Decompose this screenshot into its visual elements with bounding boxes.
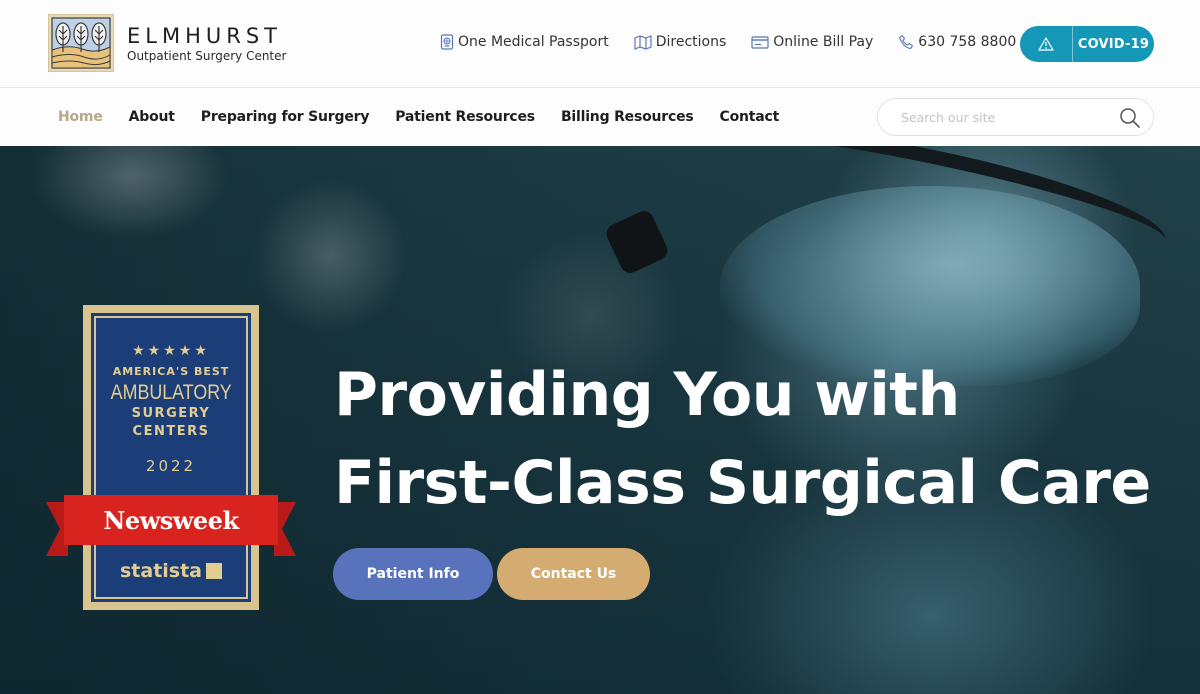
map-icon (634, 34, 652, 50)
statista-logo: statista (119, 560, 223, 582)
hero-headline: Providing You with First-Class Surgical … (334, 351, 1151, 527)
award-line3: SURGERY (131, 406, 211, 421)
hero-headline-line2: First-Class Surgical Care (334, 448, 1151, 518)
search-input[interactable] (901, 109, 1111, 125)
logo-trees-icon (48, 14, 114, 72)
covid-19-button[interactable]: COVID-19 (1020, 26, 1154, 62)
award-line2: AMBULATORY (110, 381, 232, 404)
newsweek-ribbon: Newsweek (64, 495, 278, 545)
hero-banner: ★★★★★ AMERICA'S BEST AMBULATORY SURGERY … (0, 146, 1200, 694)
nav-item-billing-resources[interactable]: Billing Resources (561, 109, 694, 125)
search-icon[interactable] (1119, 107, 1141, 129)
main-nav-bar: Home About Preparing for Surgery Patient… (0, 88, 1200, 146)
brand-subtitle: Outpatient Surgery Center (127, 48, 287, 63)
passport-icon (440, 34, 454, 50)
award-stars: ★★★★★ (132, 343, 210, 359)
main-nav: Home About Preparing for Surgery Patient… (58, 88, 805, 146)
award-line1: AMERICA'S BEST (112, 365, 230, 378)
nav-item-home[interactable]: Home (58, 109, 103, 125)
statista-label: statista (119, 560, 203, 582)
award-line4: CENTERS (132, 424, 210, 439)
nav-item-patient-resources[interactable]: Patient Resources (395, 109, 535, 125)
hero-headline-line1: Providing You with (334, 360, 960, 430)
search-box (877, 98, 1154, 136)
credit-card-icon (751, 36, 769, 49)
directions-link[interactable]: Directions (634, 34, 726, 50)
site-logo[interactable]: ELMHURST Outpatient Surgery Center (48, 14, 286, 72)
newsweek-award-badge: ★★★★★ AMERICA'S BEST AMBULATORY SURGERY … (83, 305, 259, 610)
top-header: ELMHURST Outpatient Surgery Center One M… (0, 0, 1200, 88)
brand-name: ELMHURST (127, 23, 282, 48)
nav-item-contact[interactable]: Contact (720, 109, 780, 125)
online-bill-pay-link[interactable]: Online Bill Pay (751, 34, 873, 50)
nav-item-preparing-for-surgery[interactable]: Preparing for Surgery (201, 109, 370, 125)
contact-us-button[interactable]: Contact Us (497, 548, 650, 600)
award-year: 2022 (145, 457, 197, 475)
utility-links: One Medical Passport Directions Online B… (440, 34, 1016, 50)
phone-icon (899, 34, 914, 50)
phone-link[interactable]: 630 758 8800 (898, 34, 1016, 50)
statista-mark-icon (206, 563, 223, 579)
nav-item-about[interactable]: About (129, 109, 175, 125)
warning-icon (1020, 26, 1073, 62)
patient-info-button[interactable]: Patient Info (333, 548, 493, 600)
covid-19-label: COVID-19 (1077, 36, 1150, 52)
one-medical-passport-link[interactable]: One Medical Passport (440, 34, 609, 50)
